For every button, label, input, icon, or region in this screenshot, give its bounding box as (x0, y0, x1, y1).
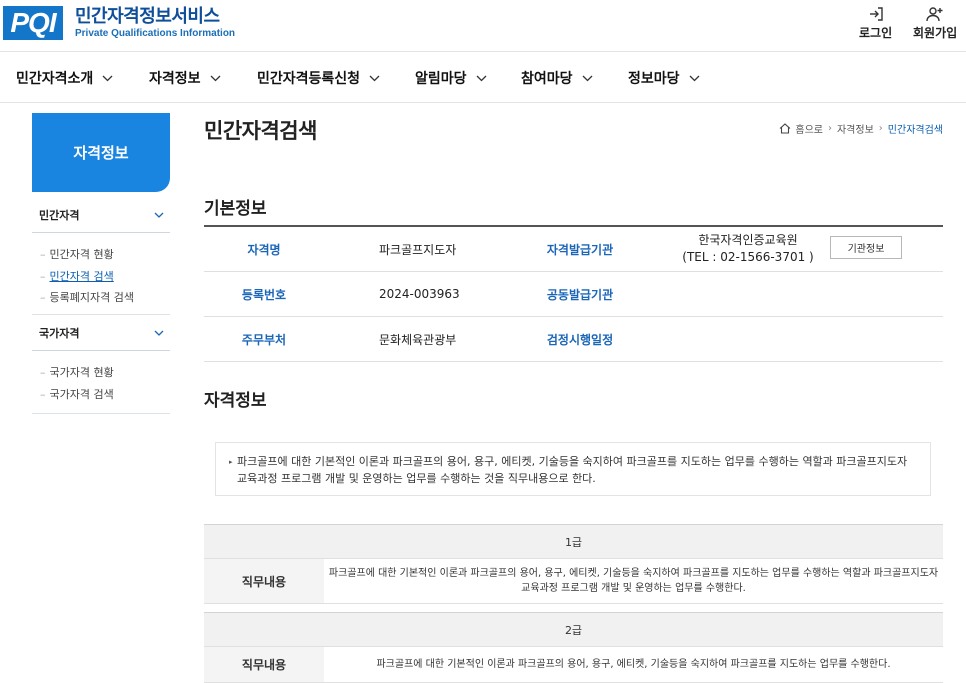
page-title: 민간자격검색 (204, 119, 317, 143)
nav-label: 민간자격등록신청 (257, 71, 361, 87)
sidebar-group-label: 민간자격 (39, 208, 80, 222)
org-tel: (TEL : 02-1566-3701 ) (682, 250, 814, 264)
bullet-icon: ▸ (229, 458, 233, 466)
chevron-down-icon (582, 75, 593, 82)
top-header: PQI 민간자격정보서비스 Private Qualifications Inf… (0, 0, 966, 52)
grade-duty-content: 파크골프에 대한 기본적인 이론과 파크골프의 용어, 용구, 에티켓, 기술등… (328, 568, 939, 594)
chevron-down-icon (210, 75, 221, 82)
cell-label: 등록번호 (241, 287, 287, 302)
site-title: 민간자격정보서비스 (75, 6, 220, 27)
sidebar-title: 자격정보 (32, 113, 170, 192)
sidebar-item-national-search[interactable]: – 국가자격 검색 (40, 386, 114, 402)
sidebar-divider (32, 413, 170, 414)
table-row: 직무내용 파크골프에 대한 기본적인 이론과 파크골프의 용어, 용구, 에티켓… (204, 647, 943, 683)
nav-item-participate[interactable]: 참여마당 (521, 68, 593, 88)
site-subtitle: Private Qualifications Information (75, 28, 236, 39)
table-row: 주무부처 문화체육관광부 검정시행일정 (204, 317, 943, 362)
login-arrow-icon (867, 4, 885, 24)
breadcrumb-qual-info[interactable]: 자격정보 (837, 121, 874, 136)
sidebar-item-label: 국가자격 현황 (49, 366, 114, 379)
nav-label: 자격정보 (149, 71, 201, 87)
chevron-down-icon (102, 75, 113, 82)
cell-value: 문화체육관광부 (379, 332, 457, 347)
breadcrumb-current: 민간자격검색 (887, 125, 943, 136)
sidebar-item-label: 민간자격 현황 (49, 248, 114, 261)
breadcrumb-home[interactable]: 홈으로 (795, 121, 823, 136)
home-icon[interactable] (779, 123, 791, 134)
grade-heading: 2급 (204, 612, 943, 647)
cell-label: 주무부처 (241, 332, 287, 347)
org-info-button[interactable]: 기관정보 (830, 236, 902, 259)
qual-description: 파크골프에 대한 기본적인 이론과 파크골프의 용어, 용구, 에티켓, 기술등… (237, 455, 908, 485)
nav-item-qual-info[interactable]: 자격정보 (149, 68, 221, 88)
table-row: 직무내용 파크골프에 대한 기본적인 이론과 파크골프의 용어, 용구, 에티켓… (204, 559, 943, 604)
cell-label: 공동발급기관 (546, 287, 614, 302)
breadcrumb: 홈으로 › 자격정보 › 민간자격검색 (779, 121, 943, 136)
grade-duty-content: 파크골프에 대한 기본적인 이론과 파크골프의 용어, 용구, 에티켓, 기술등… (376, 659, 891, 670)
login-button[interactable]: 로그인 (859, 4, 892, 41)
sidebar-item-private-search[interactable]: – 민간자격 검색 (40, 268, 114, 284)
sidebar-item-label: 민간자격 검색 (49, 270, 114, 283)
table-row: 등록번호 2024-003963 공동발급기관 (204, 272, 943, 317)
sidebar-item-abolished-search[interactable]: – 등록폐지자격 검색 (40, 289, 134, 305)
chevron-down-icon (154, 326, 164, 339)
logo-mark: PQI (3, 6, 63, 40)
chevron-down-icon (689, 75, 700, 82)
cell-value: 파크골프지도자 (379, 242, 457, 257)
grade-heading: 1급 (204, 524, 943, 559)
cell-label: 자격명 (247, 242, 281, 257)
chevron-down-icon (369, 75, 380, 82)
sidebar-group-label: 국가자격 (39, 326, 80, 340)
issuing-org: 한국자격인증교육원 (TEL : 02-1566-3701 ) (674, 227, 822, 271)
sidebar-item-label: 등록폐지자격 검색 (49, 291, 134, 304)
site-logo[interactable]: PQI 민간자격정보서비스 Private Qualifications Inf… (3, 6, 235, 40)
join-button[interactable]: 회원가입 (913, 4, 957, 41)
qual-info-heading: 자격정보 (204, 391, 267, 411)
sidebar-item-private-status[interactable]: – 민간자격 현황 (40, 246, 114, 262)
chevron-down-icon (476, 75, 487, 82)
grade-duty-label: 직무내용 (204, 559, 324, 603)
nav-item-notice[interactable]: 알림마당 (415, 68, 487, 88)
nav-item-info[interactable]: 정보마당 (628, 68, 700, 88)
login-label: 로그인 (859, 26, 893, 40)
nav-label: 알림마당 (415, 71, 467, 87)
user-plus-icon (925, 4, 945, 24)
cell-label: 자격발급기관 (546, 242, 614, 257)
join-label: 회원가입 (913, 26, 958, 40)
basic-info-heading: 기본정보 (204, 199, 267, 219)
basic-info-table: 자격명 파크골프지도자 자격발급기관 한국자격인증교육원 (TEL : 02-1… (204, 225, 943, 362)
org-name: 한국자격인증교육원 (698, 233, 798, 247)
table-row: 자격명 파크골프지도자 자격발급기관 한국자격인증교육원 (TEL : 02-1… (204, 227, 943, 272)
sidebar-item-national-status[interactable]: – 국가자격 현황 (40, 364, 114, 380)
cell-value: 2024-003963 (379, 287, 460, 301)
sidebar-group-private[interactable]: 민간자격 (32, 197, 170, 233)
chevron-down-icon (154, 208, 164, 221)
nav-label: 정보마당 (628, 71, 680, 87)
main-nav: 민간자격소개 자격정보 민간자격등록신청 알림마당 참여마당 정보마당 (0, 53, 966, 103)
grade-table-2: 2급 직무내용 파크골프에 대한 기본적인 이론과 파크골프의 용어, 용구, … (204, 612, 943, 683)
sidebar-group-national[interactable]: 국가자격 (32, 315, 170, 351)
sidebar-item-label: 국가자격 검색 (49, 388, 114, 401)
cell-label: 검정시행일정 (546, 332, 614, 347)
nav-label: 민간자격소개 (16, 71, 94, 87)
nav-label: 참여마당 (521, 71, 573, 87)
qual-description-box: ▸ 파크골프에 대한 기본적인 이론과 파크골프의 용어, 용구, 에티켓, 기… (215, 442, 931, 496)
nav-item-intro[interactable]: 민간자격소개 (16, 68, 113, 88)
grade-duty-label: 직무내용 (204, 647, 324, 682)
grade-table-1: 1급 직무내용 파크골프에 대한 기본적인 이론과 파크골프의 용어, 용구, … (204, 524, 943, 604)
nav-item-register[interactable]: 민간자격등록신청 (257, 68, 380, 88)
